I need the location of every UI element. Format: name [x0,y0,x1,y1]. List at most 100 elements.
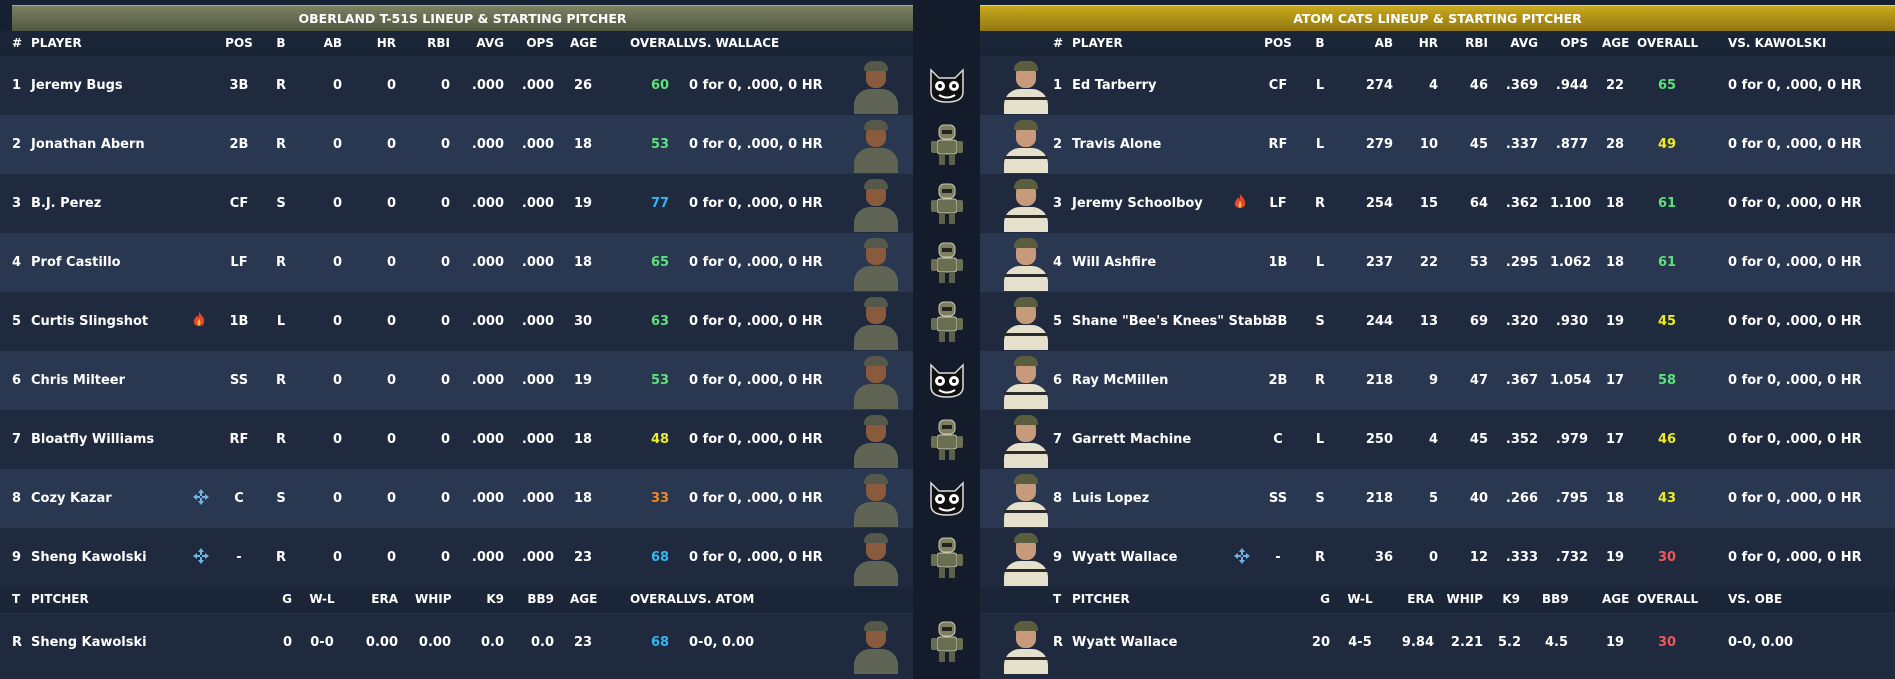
lineup-row[interactable]: 2 Travis Alone RF L 279 10 45 .337 .877 28 49 0 for… [980,115,1895,174]
starting-pitcher-row[interactable]: R Wyatt Wallace 20 4-5 9.84 2.21 5.2 4.5 19 30 0-0… [980,612,1895,679]
lineup-row[interactable]: 5 Curtis Slingshot 1B L 0 0 0 .000 .000 30 63 0 for… [0,292,913,351]
player-name: Sheng Kawolski [31,550,147,565]
player-name: Chris Milteer [31,373,126,388]
bats: S [1315,491,1325,506]
player-portrait[interactable] [998,176,1054,232]
bats: R [275,373,286,388]
player-portrait[interactable] [848,294,904,350]
pitcher-column-header-age: AGE [1602,592,1630,606]
atom-cats-lineup-panel: ATOM CATS LINEUP & STARTING PITCHER # PLA… [980,0,1895,679]
at-bats: 0 [332,196,342,211]
pitcher-column-header-era: ERA [1407,592,1434,606]
player-portrait[interactable] [998,294,1054,350]
lineup-row[interactable]: 2 Jonathan Abern 2B R 0 0 0 .000 .000 18 53 0 for 0… [0,115,913,174]
age: 17 [1605,373,1625,388]
overall-rating: 68 [650,635,670,650]
player-portrait[interactable] [848,530,904,586]
player-name: Ray McMillen [1072,373,1169,388]
lineup-row[interactable]: 5 Shane "Bee's Knees" Stabb 3B S 244 13 69 .320… [980,292,1895,351]
player-portrait[interactable] [848,58,904,114]
k9: 0.0 [480,635,504,650]
batting-order: 4 [1053,255,1063,270]
player-portrait[interactable] [998,117,1054,173]
player-portrait[interactable] [998,353,1054,409]
player-portrait[interactable] [998,618,1054,674]
lineup-row[interactable]: 9 Sheng Kawolski - R 0 0 0 .000 .000 23 68 0 for 0,… [0,528,913,587]
batting-order: 4 [12,255,22,270]
bats: L [1315,432,1325,447]
overall-rating: 49 [1657,137,1677,152]
at-bats: 0 [332,137,342,152]
player-name: Curtis Slingshot [31,314,149,329]
player-portrait[interactable] [848,618,904,674]
vs-pitcher-stats: 0 for 0, .000, 0 HR [1728,432,1862,447]
lineup-row[interactable]: 7 Garrett Machine C L 250 4 45 .352 .979 17 46 0 fo… [980,410,1895,469]
column-header-pos: POS [225,36,253,50]
player-portrait[interactable] [998,235,1054,291]
batting-order: 7 [12,432,22,447]
home-runs: 13 [1419,314,1438,329]
reliever-move-icon [193,548,209,564]
column-header-ab: AB [1374,36,1393,50]
lineup-row[interactable]: 7 Bloatfly Williams RF R 0 0 0 .000 .000 18 48 0 fo… [0,410,913,469]
ops: 1.062 [1550,255,1592,270]
lineup-row[interactable]: 3 B.J. Perez CF S 0 0 0 .000 .000 19 77 0 for 0, .0… [0,174,913,233]
player-portrait[interactable] [848,235,904,291]
pitcher-column-header-wl: W-L [309,592,335,606]
rbi: 46 [1469,78,1488,93]
column-header-hr: HR [376,36,396,50]
player-portrait[interactable] [998,412,1054,468]
lineup-row[interactable]: 8 Cozy Kazar C S 0 0 0 .000 .000 18 33 0 for 0, .00… [0,469,913,528]
lineup-row[interactable]: 6 Ray McMillen 2B R 218 9 47 .367 1.054 17 58 0 for… [980,351,1895,410]
home-runs: 15 [1419,196,1438,211]
overall-rating: 61 [1657,196,1677,211]
home-runs: 9 [1428,373,1438,388]
player-portrait[interactable] [848,176,904,232]
position: 3B [1268,314,1288,329]
overall-rating: 58 [1657,373,1677,388]
batting-order: 2 [12,137,22,152]
lineup-row[interactable]: 8 Luis Lopez SS S 218 5 40.266.795 18 43 0 for 0,… [980,469,1895,528]
ops: .000 [521,137,554,152]
player-portrait[interactable] [998,58,1054,114]
player-portrait[interactable] [998,471,1054,527]
lineup-row[interactable]: 9 Wyatt Wallace - R 36 0 12 .333 .732 19 30 0 for 0… [980,528,1895,587]
batting-average: .367 [1505,373,1538,388]
bats: L [1315,78,1325,93]
ops: .000 [521,373,554,388]
at-bats: 218 [1365,373,1393,388]
lineup-row[interactable]: 3 Jeremy Schoolboy LF R 254 15 64 .362 1.100 18 61… [980,174,1895,233]
at-bats: 0 [332,432,342,447]
lineup-row[interactable]: 6 Chris Milteer SS R 0 0 0 .000 .000 19 53 0 for 0,… [0,351,913,410]
player-portrait[interactable] [848,471,904,527]
batting-order: 3 [12,196,22,211]
player-name: Cozy Kazar [31,491,112,506]
lineup-row[interactable]: 1 Ed Tarberry CF L 274 4 46 .369 .944 22 65 0 for 0… [980,56,1895,115]
ops: .795 [1555,491,1588,506]
rbi: 0 [440,196,450,211]
player-portrait[interactable] [848,412,904,468]
rbi: 12 [1469,550,1488,565]
player-portrait[interactable] [998,530,1054,586]
batting-order: 7 [1053,432,1063,447]
at-bats: 36 [1374,550,1393,565]
lineup-row[interactable]: 4 Prof Castillo LF R 0 0 0 .000 .000 18 65 0 for 0,… [0,233,913,292]
player-portrait[interactable] [848,117,904,173]
column-header-rbi: RBI [427,36,450,50]
column-header-ops: OPS [1560,36,1588,50]
player-portrait[interactable] [848,353,904,409]
ops: .000 [521,491,554,506]
age: 18 [1605,255,1625,270]
bats: R [275,255,286,270]
batting-order: 6 [12,373,22,388]
batting-average: .000 [471,137,504,152]
robot-mascot-icon [931,537,963,578]
batting-order: 2 [1053,137,1063,152]
lineup-row[interactable]: 4 Will Ashfire 1B L 237 22 53 .295 1.062 18 61 0 fo… [980,233,1895,292]
age: 28 [1605,137,1625,152]
starting-pitcher-row[interactable]: R Sheng Kawolski 0 0-0 0.00 0.00 0.0 0.0 23 68 0-0… [0,612,913,679]
lineup-row[interactable]: 1 Jeremy Bugs 3B R 0 0 0 .000 .000 26 60 0 for 0, .… [0,56,913,115]
pitcher-column-header-era: ERA [371,592,398,606]
player-name: Jeremy Schoolboy [1072,196,1203,211]
ops: .979 [1555,432,1588,447]
